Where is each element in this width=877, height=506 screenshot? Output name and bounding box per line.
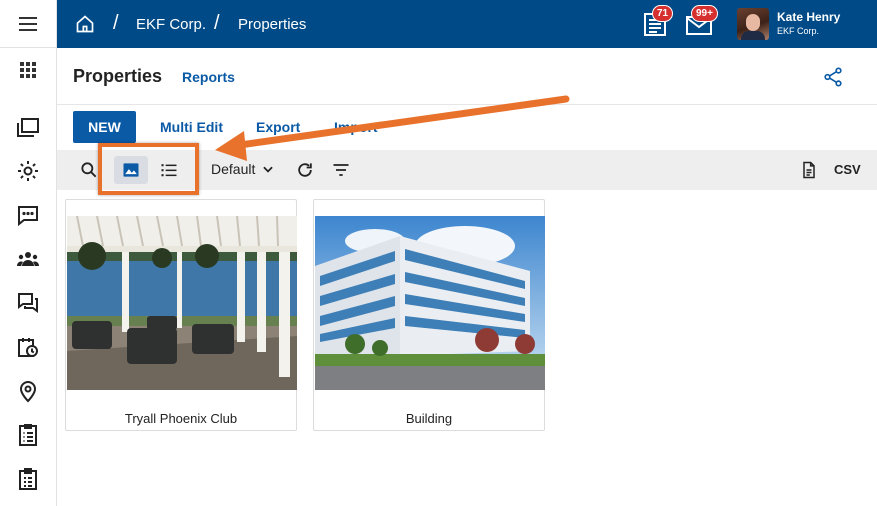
chat-icon[interactable] [14, 201, 42, 229]
multi-edit-button[interactable]: Multi Edit [160, 119, 223, 135]
gear-icon[interactable] [14, 157, 42, 185]
user-org: EKF Corp. [777, 26, 820, 36]
document-icon[interactable] [797, 158, 821, 182]
new-button[interactable]: NEW [73, 111, 136, 143]
mail-badge: 99+ [691, 5, 718, 22]
filter-icon[interactable] [329, 158, 353, 182]
apps-grid-icon[interactable] [14, 56, 42, 84]
folders-icon[interactable] [14, 113, 42, 141]
breadcrumb-org[interactable]: EKF Corp. [136, 16, 206, 33]
breadcrumb-separator: / [113, 12, 119, 34]
property-photo-tryall [67, 216, 297, 390]
people-icon[interactable] [14, 245, 42, 273]
import-button[interactable]: Import [334, 119, 378, 135]
refresh-icon[interactable] [293, 158, 317, 182]
forum-icon[interactable] [14, 289, 42, 317]
sort-select-value: Default [211, 161, 256, 177]
tasks-badge: 71 [652, 5, 674, 22]
highlight-box [98, 143, 199, 195]
left-nav-rail [0, 0, 57, 506]
property-card[interactable]: Building [313, 199, 545, 431]
top-bar: / EKF Corp. / Properties 71 99+ Kate Hen… [57, 0, 877, 48]
card-caption: Tryall Phoenix Club [124, 411, 238, 426]
breadcrumb-current: Properties [238, 16, 307, 33]
calendar-clock-icon[interactable] [14, 333, 42, 361]
chevron-down-icon [263, 166, 274, 173]
share-icon[interactable] [822, 66, 844, 88]
sort-select[interactable]: Default [211, 161, 275, 177]
property-card[interactable]: Tryall Phoenix Club [65, 199, 297, 431]
breadcrumb-separator: / [214, 12, 220, 34]
user-name[interactable]: Kate Henry [777, 10, 840, 24]
home-icon[interactable] [75, 14, 95, 34]
page-title: Properties [73, 66, 163, 86]
checklist-icon[interactable] [14, 421, 42, 449]
rail-divider [0, 47, 57, 48]
tab-reports[interactable]: Reports [182, 69, 235, 85]
csv-button[interactable]: CSV [834, 162, 861, 177]
property-photo-building [315, 216, 545, 390]
app-window: / EKF Corp. / Properties 71 99+ Kate Hen… [0, 0, 877, 506]
avatar[interactable] [737, 8, 769, 40]
card-caption: Building [405, 411, 453, 426]
clipboard-list-icon[interactable] [14, 465, 42, 493]
location-pin-icon[interactable] [14, 377, 42, 405]
export-button[interactable]: Export [256, 119, 300, 135]
hamburger-icon[interactable] [14, 10, 42, 38]
header-divider [57, 104, 877, 105]
